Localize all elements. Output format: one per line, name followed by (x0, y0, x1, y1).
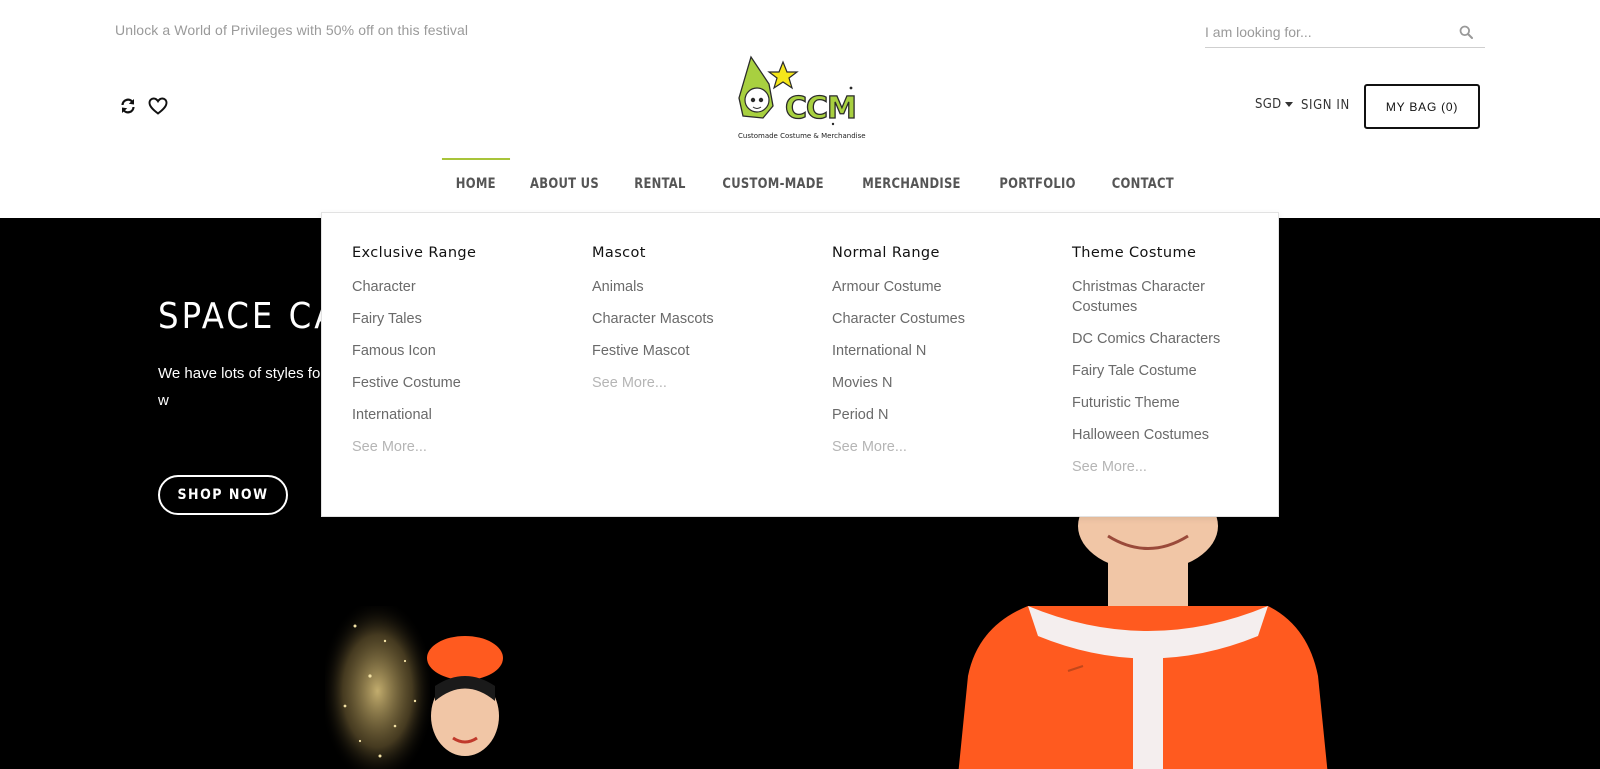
currency-selector[interactable]: SGD (1255, 97, 1294, 112)
nav-merchandise[interactable]: MERCHANDISE (849, 158, 975, 204)
mega-link[interactable]: Character Mascots (592, 309, 812, 329)
refresh-icon[interactable] (118, 96, 138, 116)
mega-link[interactable]: Armour Costume (832, 277, 1052, 297)
see-more-link[interactable]: See More... (1072, 457, 1257, 477)
shop-now-button[interactable]: SHOP NOW (158, 475, 288, 515)
site-logo[interactable]: CCM Customade Costume & Merchandise (733, 54, 867, 144)
mega-link[interactable]: Festive Costume (352, 373, 572, 393)
mega-link[interactable]: Fairy Tales (352, 309, 572, 329)
mega-link[interactable]: Period N (832, 405, 1052, 425)
mega-column-normal-range: Normal Range Armour Costume Character Co… (832, 245, 1052, 469)
search-icon[interactable] (1459, 25, 1473, 39)
hero-model-image-large (958, 481, 1328, 769)
nav-portfolio[interactable]: PORTFOLIO (985, 158, 1089, 204)
bag-label: MY BAG (1385, 99, 1438, 114)
mega-column-title: Theme Costume (1072, 245, 1197, 261)
see-more-link[interactable]: See More... (352, 437, 572, 457)
search-box[interactable] (1205, 18, 1485, 48)
mega-column-theme-costume: Theme Costume Christmas Character Costum… (1072, 245, 1257, 489)
mega-link[interactable]: Character Costumes (832, 309, 1052, 329)
mega-link[interactable]: Famous Icon (352, 341, 572, 361)
logo-tagline: Customade Costume & Merchandise (738, 132, 866, 140)
mega-link[interactable]: Movies N (832, 373, 1052, 393)
mega-link[interactable]: Fairy Tale Costume (1072, 361, 1257, 381)
promo-banner-text: Unlock a World of Privileges with 50% of… (115, 22, 469, 38)
logo-text: CCM (785, 91, 856, 126)
currency-label: SGD (1255, 97, 1282, 112)
sign-in-link[interactable]: SIGN IN (1301, 98, 1350, 113)
mega-column-title: Mascot (592, 245, 646, 261)
mega-link[interactable]: Futuristic Theme (1072, 393, 1257, 413)
mega-column-title: Normal Range (832, 245, 940, 261)
nav-custom-made[interactable]: CUSTOM-MADE (709, 158, 838, 204)
mega-link[interactable]: Halloween Costumes (1072, 425, 1257, 445)
main-nav: HOME ABOUT US RENTAL CUSTOM-MADE MERCHAN… (0, 158, 1600, 204)
mega-link[interactable]: DC Comics Characters (1072, 329, 1257, 349)
see-more-link[interactable]: See More... (592, 373, 812, 393)
mega-link[interactable]: Festive Mascot (592, 341, 812, 361)
nav-contact[interactable]: CONTACT (1097, 158, 1187, 204)
nav-rental[interactable]: RENTAL (621, 158, 700, 204)
mega-column-mascot: Mascot Animals Character Mascots Festive… (592, 245, 812, 405)
site-header: Unlock a World of Privileges with 50% of… (0, 0, 1600, 218)
bag-count: (0) (1441, 99, 1459, 114)
my-bag-button[interactable]: MY BAG (0) (1364, 84, 1480, 129)
caret-down-icon (1285, 102, 1294, 107)
mega-column-exclusive-range: Exclusive Range Character Fairy Tales Fa… (352, 245, 572, 469)
mega-link[interactable]: International N (832, 341, 1052, 361)
mega-menu-dropdown: Exclusive Range Character Fairy Tales Fa… (321, 212, 1279, 517)
utility-icons (118, 96, 168, 116)
hero-model-image-small (325, 606, 545, 769)
nav-home[interactable]: HOME (441, 158, 510, 204)
heart-icon[interactable] (148, 96, 168, 116)
mega-column-title: Exclusive Range (352, 245, 477, 261)
mega-link[interactable]: Character (352, 277, 572, 297)
mega-link[interactable]: International (352, 405, 572, 425)
search-input[interactable] (1205, 18, 1445, 46)
see-more-link[interactable]: See More... (832, 437, 1052, 457)
mega-link[interactable]: Animals (592, 277, 812, 297)
mega-link[interactable]: Christmas Character Costumes (1072, 277, 1257, 317)
nav-about-us[interactable]: ABOUT US (517, 158, 614, 204)
